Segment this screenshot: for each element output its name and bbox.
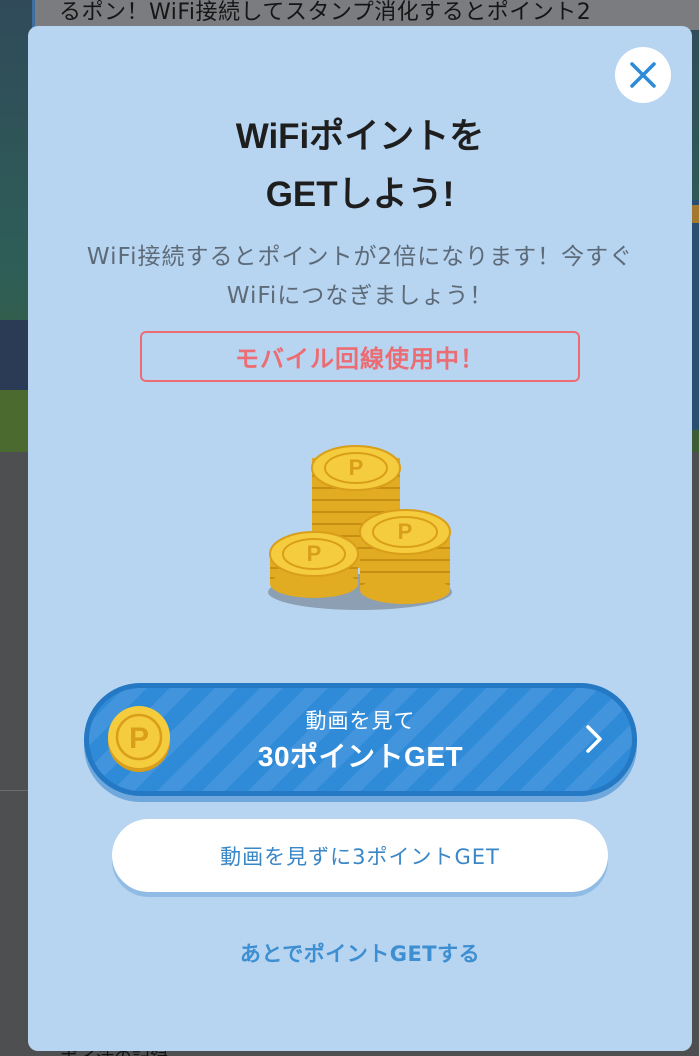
modal-title-line2: GETしよう! (265, 175, 455, 214)
primary-button-main-label: 30ポイントGET (257, 741, 464, 772)
primary-button-sub-label: 動画を見て (305, 709, 416, 733)
modal-title-line1: WiFiポイントを (235, 117, 485, 156)
svg-text:P: P (398, 519, 413, 544)
background-grass (0, 390, 30, 452)
coin-stack-icon: P P P (268, 445, 452, 610)
close-button[interactable] (615, 47, 671, 103)
background-divider (0, 790, 28, 791)
background-banner-text: るポン！WiFi接続してスタンプ消化するとポイント2 (59, 0, 592, 25)
close-icon (630, 62, 656, 88)
svg-text:P: P (349, 455, 364, 480)
chevron-right-icon (586, 725, 602, 753)
watch-video-30-points-button[interactable]: P 動画を見て 30ポイントGET (84, 683, 637, 796)
mobile-connection-badge: モバイル回線使用中！ (140, 331, 580, 382)
get-3-points-without-video-button[interactable]: 動画を見ずに3ポイントGET (112, 819, 608, 892)
get-points-later-link[interactable]: あとでポイントGETする (28, 938, 692, 968)
modal-description: WiFi接続するとポイントが2倍になります！今すぐWiFiにつなぎましょう！ (86, 244, 634, 309)
modal-title: WiFiポイントを GETしよう! (28, 108, 692, 224)
svg-text:P: P (307, 541, 322, 566)
